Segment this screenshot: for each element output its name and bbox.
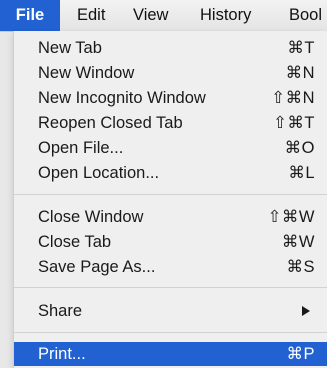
- menu-item-shortcut: ⌘L: [288, 164, 315, 182]
- menu-item-reopen-closed-tab[interactable]: Reopen Closed Tab ⇧⌘T: [14, 111, 327, 135]
- menu-item-label: Open File...: [38, 139, 124, 157]
- menu-separator: [14, 194, 327, 195]
- menu-item-shortcut: ⇧⌘N: [271, 89, 315, 107]
- menu-item-label: New Window: [38, 64, 135, 82]
- menu-item-label: New Incognito Window: [38, 89, 206, 107]
- menu-item-new-tab[interactable]: New Tab ⌘T: [14, 36, 327, 60]
- menu-item-label: Share: [38, 302, 83, 320]
- menu-bar: File Edit View History Bool: [0, 0, 327, 32]
- menu-bookmarks[interactable]: Bool: [289, 0, 322, 31]
- menu-item-share[interactable]: Share: [14, 299, 327, 323]
- menu-item-label: New Tab: [38, 39, 102, 57]
- menu-item-shortcut: ⌘O: [284, 139, 315, 157]
- menu-item-shortcut: ⌘N: [285, 64, 315, 82]
- menu-item-print[interactable]: Print... ⌘P: [14, 342, 327, 366]
- menu-separator: [14, 287, 327, 288]
- menu-item-shortcut: ⌘S: [286, 258, 315, 276]
- file-menu-dropdown: New Tab ⌘T New Window ⌘N New Incognito W…: [13, 31, 327, 368]
- menu-item-open-location[interactable]: Open Location... ⌘L: [14, 161, 327, 185]
- menu-item-label: Print...: [38, 345, 86, 363]
- menu-item-new-incognito-window[interactable]: New Incognito Window ⇧⌘N: [14, 86, 327, 110]
- menu-item-shortcut: ⌘P: [286, 345, 315, 363]
- menu-item-label: Close Tab: [38, 233, 112, 251]
- menu-file[interactable]: File: [0, 0, 60, 31]
- menu-item-shortcut: ⇧⌘W: [267, 208, 315, 226]
- menu-item-save-page-as[interactable]: Save Page As... ⌘S: [14, 255, 327, 279]
- menu-item-close-window[interactable]: Close Window ⇧⌘W: [14, 205, 327, 229]
- menu-item-close-tab[interactable]: Close Tab ⌘W: [14, 230, 327, 254]
- submenu-arrow-icon: [302, 306, 310, 316]
- menu-item-label: Open Location...: [38, 164, 160, 182]
- menu-item-label: Save Page As...: [38, 258, 156, 276]
- menu-edit[interactable]: Edit: [77, 0, 105, 31]
- menu-item-shortcut: ⌘W: [281, 233, 315, 251]
- menu-history[interactable]: History: [200, 0, 251, 31]
- menu-item-shortcut: ⌘T: [287, 39, 315, 57]
- menu-item-label: Close Window: [38, 208, 144, 226]
- menu-item-shortcut: ⇧⌘T: [273, 114, 315, 132]
- menu-item-label: Reopen Closed Tab: [38, 114, 183, 132]
- menu-view[interactable]: View: [133, 0, 168, 31]
- menu-separator: [14, 332, 327, 333]
- menu-item-open-file[interactable]: Open File... ⌘O: [14, 136, 327, 160]
- menu-item-new-window[interactable]: New Window ⌘N: [14, 61, 327, 85]
